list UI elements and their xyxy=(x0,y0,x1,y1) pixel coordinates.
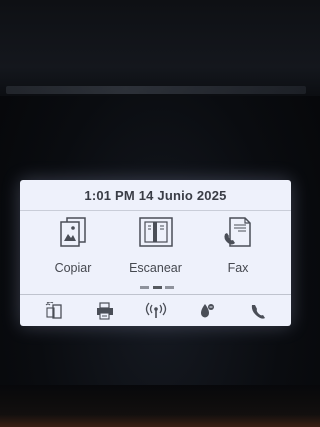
wireless-button[interactable] xyxy=(145,301,167,321)
ink-level-icon xyxy=(200,303,214,317)
scan-icon xyxy=(138,217,173,247)
scan-app-label: Escanear xyxy=(129,261,182,275)
mobile-print-icon xyxy=(45,301,62,319)
fax-app-button[interactable]: Fax xyxy=(199,212,277,282)
page-dot xyxy=(165,286,174,289)
app-row: Copiar Escanear Fax xyxy=(20,212,291,282)
date-time-display: 1:01 PM 14 Junio 2025 xyxy=(84,187,227,203)
copy-app-button[interactable]: Copiar xyxy=(34,212,112,282)
printer-photo: 1:01 PM 14 Junio 2025 Copiar Escanear Fa… xyxy=(0,0,320,427)
copy-app-label: Copiar xyxy=(54,261,92,275)
fax-app-label: Fax xyxy=(227,261,249,275)
fax-icon xyxy=(224,217,251,247)
status-bar: 1:01 PM 14 Junio 2025 xyxy=(20,180,291,211)
phone-icon xyxy=(251,304,265,319)
printer-bottom-panel xyxy=(0,385,320,427)
scan-app-button[interactable]: Escanear xyxy=(117,212,195,282)
printer-top-panel xyxy=(0,0,320,96)
phone-button[interactable] xyxy=(247,301,269,321)
mobile-print-button[interactable] xyxy=(43,301,65,321)
ink-level-button[interactable] xyxy=(196,301,218,321)
panel-trim-strip xyxy=(6,86,306,94)
page-dot-active xyxy=(152,286,162,289)
wireless-icon xyxy=(145,302,166,318)
page-dot xyxy=(140,286,149,289)
bottom-dock xyxy=(20,294,291,326)
control-panel-screen: 1:01 PM 14 Junio 2025 Copiar Escanear Fa… xyxy=(20,180,291,326)
printer-status-button[interactable] xyxy=(94,301,116,321)
copy-icon xyxy=(60,217,86,247)
printer-status-icon xyxy=(96,301,113,320)
page-indicator xyxy=(140,286,174,290)
